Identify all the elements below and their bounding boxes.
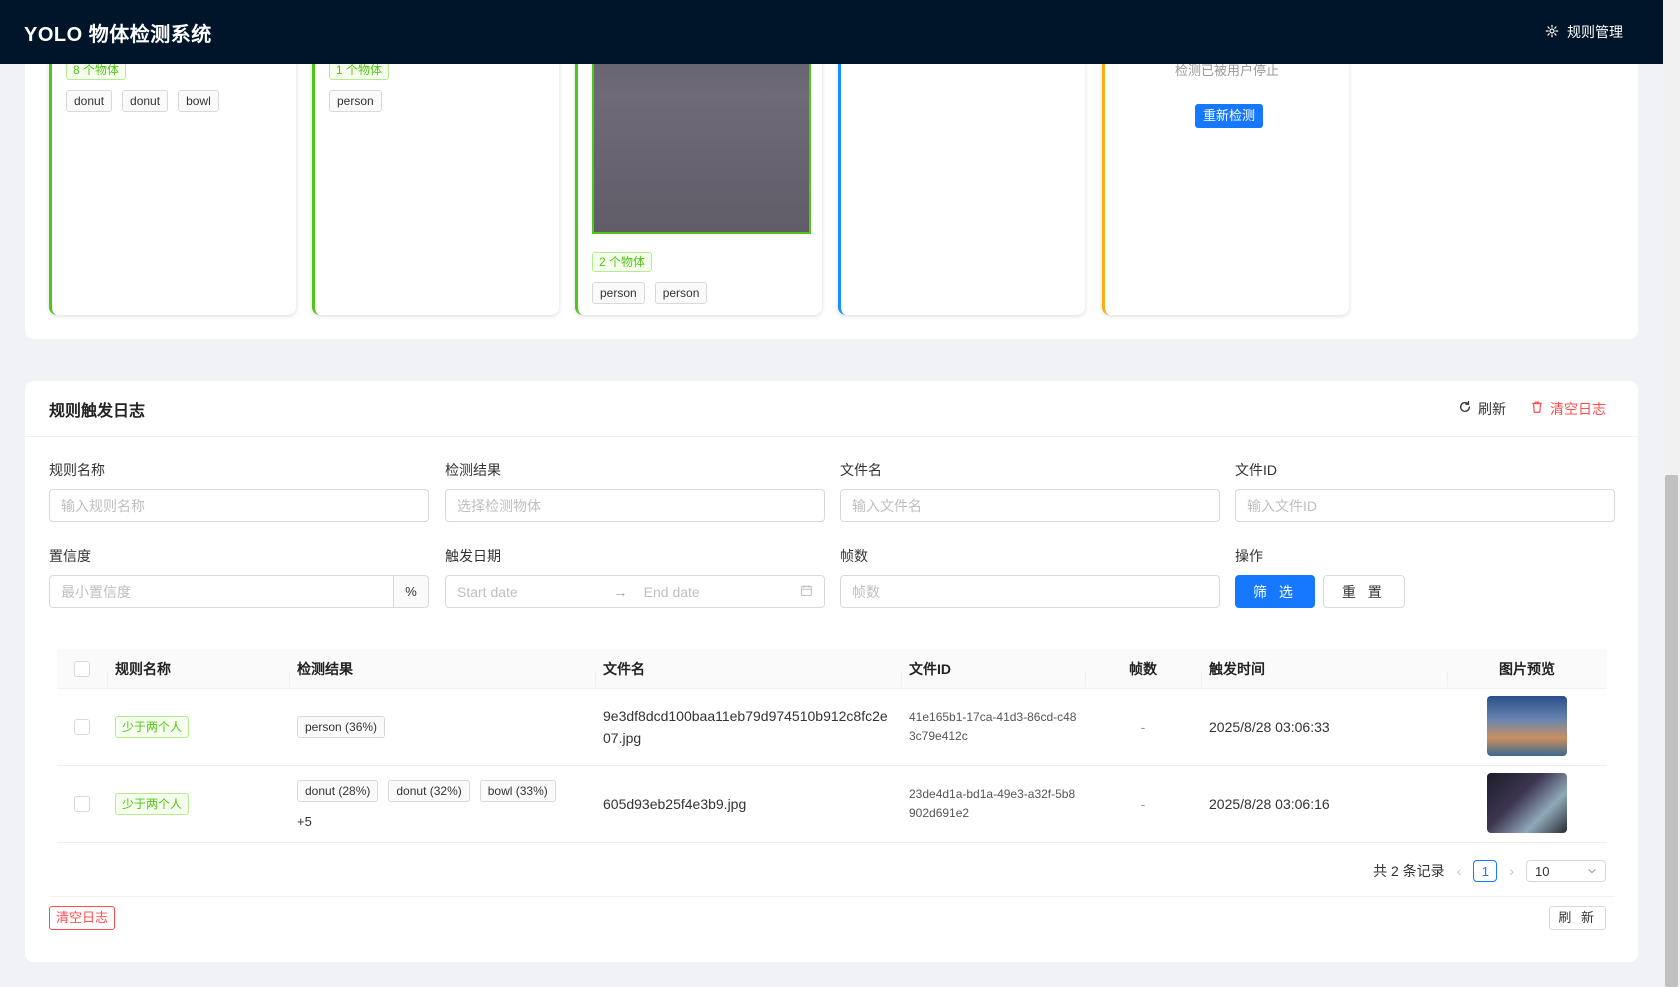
footer-divider: [49, 896, 1615, 897]
start-date-input[interactable]: Start date: [457, 584, 597, 600]
log-header: 规则触发日志 刷新 清空日志: [25, 381, 1638, 437]
col-result: 检测结果: [289, 659, 595, 687]
more-results-count: +5: [297, 813, 312, 829]
filter-label: 文件ID: [1235, 462, 1277, 478]
filter-label: 置信度: [49, 548, 91, 564]
filter-date: 触发日期 Start date → End date: [445, 547, 825, 608]
object-tag: donut: [66, 90, 113, 112]
refresh-button[interactable]: 刷新: [1458, 399, 1506, 419]
confidence-input[interactable]: 最小置信度: [49, 575, 394, 608]
filter-confidence: 置信度 最小置信度 %: [49, 547, 429, 608]
page-scrollbar[interactable]: [1663, 0, 1680, 987]
object-tag: person: [654, 282, 708, 304]
rule-tag: 少于两个人: [115, 716, 190, 738]
filter-label: 帧数: [840, 548, 868, 564]
date-range-picker[interactable]: Start date → End date: [445, 575, 825, 608]
prev-page-icon[interactable]: ‹: [1457, 863, 1462, 879]
filter-ops: 操作 筛 选重 置: [1235, 547, 1405, 608]
gear-icon: [1545, 24, 1559, 41]
result-select[interactable]: 选择检测物体: [445, 489, 825, 522]
preview-thumbnail[interactable]: [1487, 695, 1567, 756]
reset-button[interactable]: 重 置: [1322, 575, 1405, 608]
filter-filename: 文件名 输入文件名: [840, 461, 1220, 522]
percent-suffix: %: [394, 575, 429, 608]
rule-tag: 少于两个人: [115, 793, 190, 815]
col-filename: 文件名: [595, 659, 901, 687]
col-preview: 图片预览: [1447, 659, 1607, 687]
filter-label: 检测结果: [445, 462, 501, 478]
frames-cell: -: [1140, 796, 1146, 812]
filter-button[interactable]: 筛 选: [1235, 575, 1315, 608]
time-cell: 2025/8/28 03:06:16: [1209, 796, 1330, 812]
filter-file-id: 文件ID 输入文件ID: [1235, 461, 1615, 522]
filename-cell: 9e3df8dcd100baa11eb79d974510b912c8fc2e07…: [603, 708, 888, 746]
row-checkbox[interactable]: [74, 719, 90, 735]
rule-log-section: 规则触发日志 刷新 清空日志 规则名称 输入规则名称 检测结果 选择检测物体 文…: [25, 381, 1638, 962]
calendar-icon: [800, 584, 813, 600]
scrollbar-thumb[interactable]: [1665, 475, 1678, 987]
object-tag: person: [592, 282, 645, 304]
app-header: YOLO 物体检测系统 规则管理: [0, 0, 1663, 64]
object-count-tag: 2 个物体: [592, 252, 653, 272]
file-id-cell: 23de4d1a-bd1a-49e3-a32f-5b8902d691e2: [909, 787, 1076, 820]
result-tag: person (36%): [297, 716, 386, 738]
chevron-down-icon: [1587, 864, 1597, 879]
result-tag: bowl (33%): [479, 779, 556, 802]
object-tag: donut: [122, 90, 169, 112]
table-header: 规则名称 检测结果 文件名 文件ID 帧数 触发时间 图片预览: [57, 649, 1607, 689]
filter-frames: 帧数 帧数: [840, 547, 1220, 608]
log-title: 规则触发日志: [49, 402, 146, 420]
filter-label: 触发日期: [445, 548, 501, 564]
trash-icon: [1530, 400, 1544, 417]
object-tag: bowl: [178, 90, 219, 112]
footer-refresh-button[interactable]: 刷 新: [1549, 906, 1606, 930]
frames-input[interactable]: 帧数: [840, 575, 1220, 608]
file-id-input[interactable]: 输入文件ID: [1235, 489, 1615, 522]
file-id-cell: 41e165b1-17ca-41d3-86cd-c483c79e412c: [909, 710, 1077, 743]
preview-thumbnail[interactable]: [1487, 772, 1567, 833]
log-table: 规则名称 检测结果 文件名 文件ID 帧数 触发时间 图片预览 少于两个人 pe…: [57, 649, 1607, 843]
page-number-current[interactable]: 1: [1473, 860, 1498, 882]
col-rule-name: 规则名称: [107, 659, 289, 687]
refresh-label: 刷新: [1478, 400, 1506, 417]
rules-management-button[interactable]: 规则管理: [1545, 22, 1623, 42]
select-all-checkbox[interactable]: [74, 660, 90, 677]
rule-name-input[interactable]: 输入规则名称: [49, 489, 429, 522]
time-cell: 2025/8/28 03:06:33: [1209, 719, 1330, 735]
filter-label: 规则名称: [49, 462, 105, 478]
table-row[interactable]: 少于两个人 donut (28%) donut (32%) bowl (33%) +…: [57, 766, 1607, 843]
footer-clear-log-button[interactable]: 清空日志: [49, 906, 116, 930]
refresh-icon: [1458, 400, 1472, 417]
next-page-icon[interactable]: ›: [1509, 863, 1514, 879]
page-size-select[interactable]: 10: [1526, 860, 1606, 882]
result-tag: donut (28%): [297, 779, 379, 802]
filename-input[interactable]: 输入文件名: [840, 489, 1220, 522]
filter-rule-name: 规则名称 输入规则名称: [49, 461, 429, 522]
frames-cell: -: [1140, 719, 1146, 735]
table-row[interactable]: 少于两个人 person (36%) 9e3df8dcd100baa11eb79…: [57, 689, 1607, 766]
col-file-id: 文件ID: [901, 659, 1085, 687]
pagination: 共 2 条记录 ‹ 1 › 10: [1373, 860, 1606, 882]
clear-log-label: 清空日志: [1550, 400, 1606, 417]
col-frames: 帧数: [1085, 659, 1201, 687]
filter-result: 检测结果 选择检测物体: [445, 461, 825, 522]
filename-cell: 605d93eb25f4e3b9.jpg: [603, 796, 747, 812]
col-trigger-time: 触发时间: [1201, 659, 1447, 687]
row-checkbox[interactable]: [74, 796, 90, 812]
end-date-input[interactable]: End date: [644, 584, 784, 600]
result-tag: donut (32%): [388, 779, 470, 802]
rules-management-label: 规则管理: [1567, 24, 1623, 40]
recheck-button[interactable]: 重新检测: [1195, 104, 1264, 128]
arrow-right-icon: →: [613, 583, 628, 600]
page-size-value: 10: [1535, 863, 1550, 879]
app-title: YOLO 物体检测系统: [24, 23, 212, 46]
clear-log-button[interactable]: 清空日志: [1530, 399, 1606, 419]
filter-label: 文件名: [840, 462, 882, 478]
filter-label: 操作: [1235, 548, 1263, 564]
total-count: 共 2 条记录: [1373, 863, 1445, 879]
object-tag: person: [329, 90, 382, 112]
